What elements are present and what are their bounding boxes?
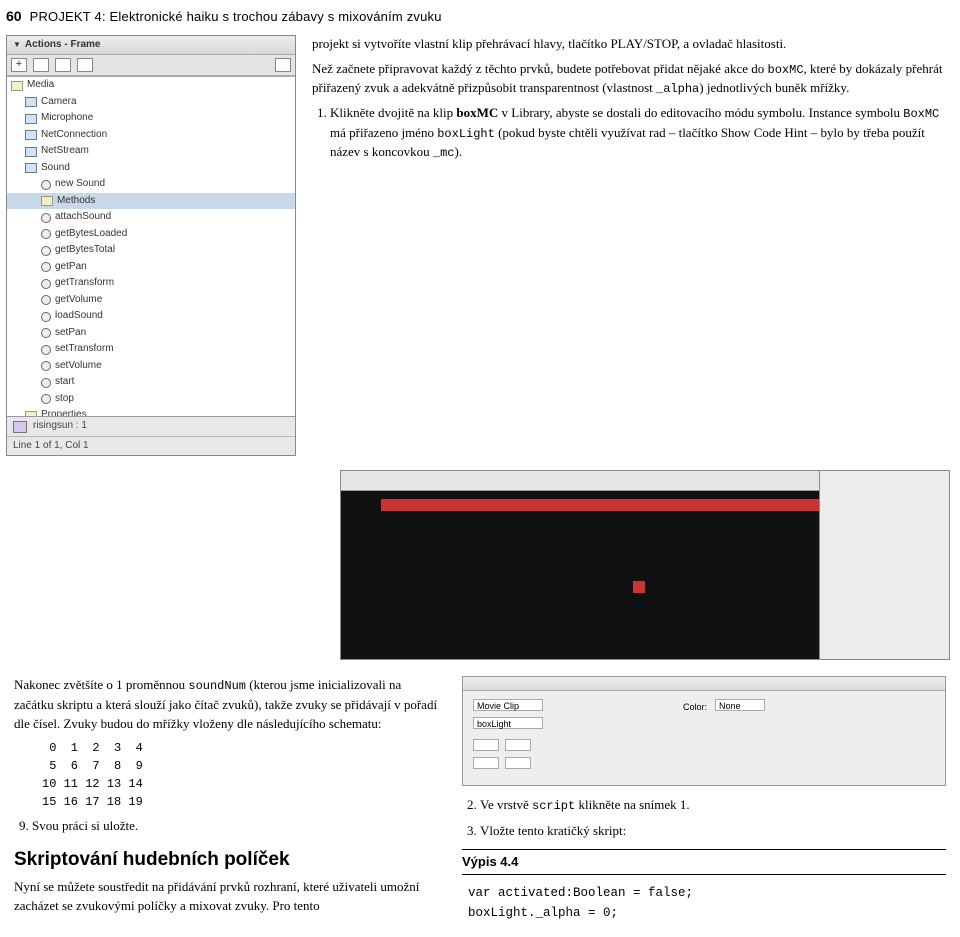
actions-panel: ▼ Actions - Frame + Media Camera Microph…	[6, 35, 296, 457]
ordered-list: Klikněte dvojitě na klip boxMC v Library…	[330, 104, 946, 162]
folder-icon	[41, 196, 53, 206]
method-icon	[41, 262, 51, 272]
class-icon	[25, 147, 37, 157]
status-line-col: Line 1 of 1, Col 1	[13, 439, 89, 454]
panel-line-status: Line 1 of 1, Col 1	[7, 436, 295, 456]
properties-panel-header	[463, 677, 945, 691]
method-icon	[41, 213, 51, 223]
method-icon	[41, 312, 51, 322]
tree-node[interactable]: getVolume	[7, 292, 295, 309]
method-icon	[41, 229, 51, 239]
toolbar-button-2[interactable]	[33, 58, 49, 72]
tree-node[interactable]: getBytesTotal	[7, 242, 295, 259]
panel-title-text: Actions - Frame	[25, 38, 101, 53]
tree-node-new-sound[interactable]: new Sound	[7, 176, 295, 193]
library-panel	[819, 471, 949, 659]
method-icon	[41, 361, 51, 371]
page-title: PROJEKT 4: Elektronické haiku s trochou …	[30, 8, 442, 27]
tree-node[interactable]: getBytesLoaded	[7, 226, 295, 243]
tree-node[interactable]: NetStream	[7, 143, 295, 160]
tree-node[interactable]: setTransform	[7, 341, 295, 358]
tree-node[interactable]: getPan	[7, 259, 295, 276]
tree-node[interactable]: Camera	[7, 94, 295, 111]
list-item: Klikněte dvojitě na klip boxMC v Library…	[330, 104, 946, 162]
section-heading: Skriptování hudebních políček	[14, 846, 444, 874]
toolbar-button-4[interactable]	[77, 58, 93, 72]
list-item: Ve vrstvě script klikněte na snímek 1.	[480, 796, 946, 815]
panel-title-bar[interactable]: ▼ Actions - Frame	[7, 36, 295, 56]
x-field[interactable]	[473, 757, 499, 769]
tree-node[interactable]: attachSound	[7, 209, 295, 226]
class-icon	[25, 97, 37, 107]
toolbar-button-3[interactable]	[55, 58, 71, 72]
top-region: ▼ Actions - Frame + Media Camera Microph…	[0, 35, 960, 463]
method-icon	[41, 345, 51, 355]
tree-node[interactable]: Microphone	[7, 110, 295, 127]
add-script-button[interactable]: +	[11, 58, 27, 72]
flash-stage-screenshot	[340, 470, 950, 660]
properties-panel-screenshot: Movie Clip boxLight Color: None	[462, 676, 946, 786]
code-listing-label: Výpis 4.4	[462, 849, 946, 876]
instance-name-field[interactable]: boxLight	[473, 717, 543, 729]
method-icon	[41, 378, 51, 388]
y-field[interactable]	[505, 757, 531, 769]
color-dropdown[interactable]: None	[715, 699, 765, 711]
movieclip-icon	[13, 421, 27, 433]
actions-tree[interactable]: Media Camera Microphone NetConnection Ne…	[7, 76, 295, 416]
paragraph: Než začnete připravovat každý z těchto p…	[312, 60, 946, 99]
stage-symbol	[633, 581, 645, 593]
panel-toolbar: +	[7, 55, 295, 76]
grid-schema: 0 1 2 3 4 5 6 7 8 9 10 11 12 13 14 15 16…	[42, 739, 444, 811]
tree-node[interactable]: getTransform	[7, 275, 295, 292]
tree-node[interactable]: NetConnection	[7, 127, 295, 144]
collapse-triangle-icon[interactable]: ▼	[13, 39, 21, 51]
status-clip-name: risingsun : 1	[33, 419, 87, 434]
top-text-block: projekt si vytvoříte vlastní klip přehrá…	[308, 35, 950, 457]
class-icon	[25, 130, 37, 140]
method-icon	[41, 246, 51, 256]
left-column: Nakonec zvětšíte o 1 proměnnou soundNum …	[14, 676, 444, 923]
toolbar-button-right[interactable]	[275, 58, 291, 72]
method-icon	[41, 279, 51, 289]
class-icon	[25, 163, 37, 173]
tree-node-media[interactable]: Media	[7, 77, 295, 94]
method-icon	[41, 295, 51, 305]
method-icon	[41, 394, 51, 404]
w-field[interactable]	[473, 739, 499, 751]
h-field[interactable]	[505, 739, 531, 751]
class-icon	[25, 114, 37, 124]
panel-status-bar: risingsun : 1	[7, 416, 295, 436]
color-label: Color:	[683, 701, 707, 714]
tree-node[interactable]: stop	[7, 391, 295, 408]
bottom-region: Nakonec zvětšíte o 1 proměnnou soundNum …	[0, 670, 960, 937]
list-item: Svou práci si uložte.	[32, 817, 444, 836]
ordered-list: Svou práci si uložte.	[32, 817, 444, 836]
ordered-list: Ve vrstvě script klikněte na snímek 1. V…	[480, 796, 946, 840]
paragraph: projekt si vytvoříte vlastní klip přehrá…	[312, 35, 946, 54]
tree-node[interactable]: setPan	[7, 325, 295, 342]
code-listing: var activated:Boolean = false; boxLight.…	[468, 883, 946, 923]
tree-node[interactable]: Sound	[7, 160, 295, 177]
page-number: 60	[6, 6, 22, 26]
paragraph: Nakonec zvětšíte o 1 proměnnou soundNum …	[14, 676, 444, 733]
tree-node[interactable]: start	[7, 374, 295, 391]
list-item: Vložte tento kratičký skript:	[480, 822, 946, 841]
tree-node[interactable]: loadSound	[7, 308, 295, 325]
method-icon	[41, 328, 51, 338]
tree-node[interactable]: Properties	[7, 407, 295, 416]
tree-node[interactable]: setVolume	[7, 358, 295, 375]
right-column: Movie Clip boxLight Color: None Ve vrstv…	[462, 676, 946, 923]
method-icon	[41, 180, 51, 190]
tree-node-methods[interactable]: Methods	[7, 193, 295, 210]
page-header: 60 PROJEKT 4: Elektronické haiku s troch…	[0, 0, 960, 35]
folder-icon	[25, 411, 37, 417]
symbol-type-dropdown[interactable]: Movie Clip	[473, 699, 543, 711]
paragraph: Nyní se můžete soustředit na přidávání p…	[14, 878, 444, 916]
folder-icon	[11, 81, 23, 91]
